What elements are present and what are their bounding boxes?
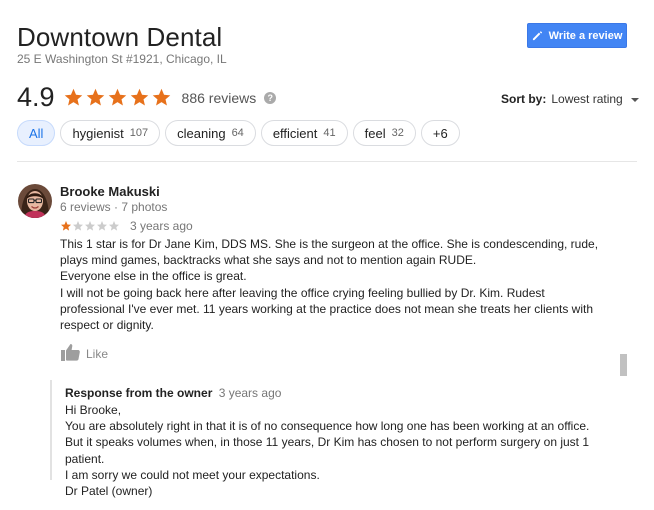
star-filled-icon: [61, 221, 71, 231]
reviewer-name[interactable]: Brooke Makuski: [60, 184, 160, 199]
review-count[interactable]: 886 reviews: [182, 90, 257, 106]
like-button[interactable]: Like: [60, 343, 108, 361]
sort-label: Sort by:: [501, 92, 547, 106]
owner-response-line: You are absolutely right in that it is o…: [65, 419, 590, 466]
divider: [17, 161, 637, 162]
chevron-down-icon: [630, 98, 639, 102]
review-rating: 3 years ago: [60, 219, 193, 233]
chip-count: 107: [129, 127, 149, 139]
chip-count: 32: [391, 127, 404, 139]
review-paragraph: I will not be going back here after leav…: [60, 285, 593, 333]
review-stars: [60, 220, 120, 232]
star-empty-icon: [109, 221, 119, 231]
owner-response-line: Dr Patel (owner): [65, 484, 153, 499]
rating-stars: [63, 87, 172, 108]
review-paragraph: Everyone else in the office is great.: [60, 269, 247, 284]
chip-feel[interactable]: feel 32: [352, 120, 416, 146]
chip-label: hygienist: [72, 125, 124, 141]
star-empty-icon: [97, 221, 107, 231]
owner-response-header: Response from the owner 3 years ago: [65, 386, 281, 400]
star-filled-icon: [86, 88, 104, 106]
review-paragraph: This 1 star is for Dr Jane Kim, DDS MS. …: [60, 237, 599, 268]
chip-label: feel: [364, 125, 386, 141]
star-filled-icon: [130, 88, 148, 106]
chip-more[interactable]: +6: [420, 120, 460, 146]
like-label: Like: [86, 347, 109, 361]
thumbs-up-icon: [60, 343, 80, 361]
owner-response: Response from the owner 3 years ago Hi B…: [50, 380, 622, 498]
chip-hygienist[interactable]: hygienist 107: [60, 120, 161, 146]
chip-cleaning[interactable]: cleaning 64: [165, 120, 256, 146]
chip-label: All: [29, 125, 44, 141]
star-empty-icon: [73, 221, 83, 231]
reviewer-meta: 6 reviews · 7 photos: [60, 200, 168, 214]
business-address: 25 E Washington St #1921, Chicago, IL: [17, 52, 227, 66]
avatar[interactable]: [18, 184, 52, 218]
rating-value: 4.9: [17, 82, 55, 112]
chip-count: 41: [323, 127, 336, 139]
star-filled-icon: [108, 88, 126, 106]
owner-response-text: Hi Brooke, You are absolutely right in t…: [65, 402, 610, 499]
chip-count: 64: [231, 127, 244, 139]
star-filled-icon: [64, 88, 82, 106]
scrollbar[interactable]: [620, 354, 627, 376]
pencil-icon: [532, 30, 543, 41]
star-filled-icon: [152, 88, 170, 106]
business-name: Downtown Dental: [17, 22, 223, 52]
review-text: This 1 star is for Dr Jane Kim, DDS MS. …: [60, 236, 605, 333]
chip-label: efficient: [272, 125, 318, 141]
sort-dropdown[interactable]: Sort by: Lowest rating: [501, 92, 639, 106]
owner-response-age: 3 years ago: [218, 386, 282, 400]
write-review-label: Write a review: [548, 29, 623, 42]
review-age: 3 years ago: [130, 219, 193, 233]
owner-response-line: I am sorry we could not meet your expect…: [65, 467, 320, 482]
help-icon[interactable]: ?: [264, 91, 277, 104]
sort-value: Lowest rating: [551, 92, 623, 106]
chip-all[interactable]: All: [17, 120, 56, 146]
owner-response-label: Response from the owner: [65, 386, 213, 400]
topic-chips: All hygienist 107 cleaning 64 efficient 41 …: [17, 120, 460, 146]
star-empty-icon: [85, 221, 95, 231]
chip-efficient[interactable]: efficient 41: [260, 120, 348, 146]
write-review-button[interactable]: Write a review: [527, 23, 627, 48]
chip-label: cleaning: [177, 125, 226, 141]
rating-summary: 4.9 886 reviews ?: [17, 82, 277, 113]
chip-label: +6: [432, 125, 448, 141]
owner-response-line: Hi Brooke,: [65, 403, 122, 417]
